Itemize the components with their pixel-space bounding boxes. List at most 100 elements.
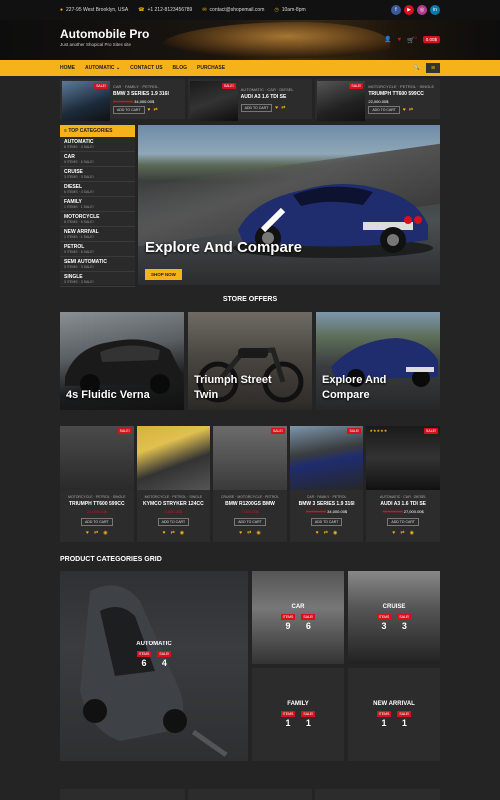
category-item-diesel[interactable]: DIESEL 6 ITEMS · 4 SALE! bbox=[60, 182, 135, 197]
compare-icon[interactable]: ⇄ bbox=[409, 107, 413, 113]
offer-card[interactable]: 4s Fluidic Verna bbox=[60, 312, 184, 410]
product-image[interactable]: SALE! bbox=[317, 81, 366, 121]
add-to-cart-button[interactable]: ADD TO CART bbox=[240, 103, 273, 112]
shop-now-button[interactable]: SHOP NOW bbox=[145, 269, 182, 280]
product-card[interactable]: SALE! CRUISE · MOTORCYCLE · PETROL BMW R… bbox=[213, 426, 287, 542]
top-product[interactable]: SALE! AUTOMATIC · CAR · DIESEL AUDI A3 1… bbox=[187, 79, 313, 121]
add-to-cart-button[interactable]: ADD TO CART bbox=[387, 518, 419, 526]
category-tile-family[interactable]: FAMILY ITEMS 1 SALE! 1 bbox=[252, 668, 344, 761]
quickview-icon[interactable]: ◉ bbox=[333, 530, 337, 536]
category-tile-car[interactable]: CAR ITEMS 9 SALE! 6 bbox=[252, 571, 344, 664]
hero-banner[interactable]: Explore And Compare SHOP NOW bbox=[138, 125, 440, 285]
quickview-icon[interactable]: ◉ bbox=[180, 530, 184, 536]
product-card[interactable]: SALE! MOTORCYCLE · PETROL · SINGLE TRIUM… bbox=[60, 426, 134, 542]
product-name[interactable]: TRIUMPH TT600 599CC bbox=[69, 501, 125, 507]
category-item-petrol[interactable]: PETROL 9 ITEMS · 6 SALE! bbox=[60, 242, 135, 257]
product-meta: MOTORCYCLE · PETROL · SINGLE bbox=[144, 495, 203, 499]
compare-icon[interactable]: ⇄ bbox=[94, 530, 98, 536]
product-name[interactable]: AUDI A3 1.6 TDI SE bbox=[241, 94, 294, 100]
quickview-icon[interactable]: ◉ bbox=[103, 530, 107, 536]
nav-item-purchase[interactable]: PURCHASE bbox=[197, 65, 225, 71]
category-item-single[interactable]: SINGLE 3 ITEMS · 3 SALE! bbox=[60, 272, 135, 287]
category-item-new-arrival[interactable]: NEW ARRIVAL 1 ITEMS · 1 SALE! bbox=[60, 227, 135, 242]
category-item-automatic[interactable]: AUTOMATIC 6 ITEMS · 4 SALE! bbox=[60, 137, 135, 152]
product-name[interactable]: AUDI A3 1.6 TDI SE bbox=[380, 501, 426, 507]
chevron-down-icon: ⌄ bbox=[115, 65, 121, 71]
heart-icon[interactable]: ♥ bbox=[392, 530, 395, 536]
nav-item-automatic[interactable]: AUTOMATIC ⌄ bbox=[85, 65, 120, 71]
add-to-cart-button[interactable]: ADD TO CART bbox=[310, 518, 343, 526]
phone-info[interactable]: ☎ +1 212-8123456789 bbox=[138, 7, 192, 13]
nav-item-home[interactable]: HOME bbox=[60, 65, 75, 71]
hours-info: ◷ 10am-8pm bbox=[274, 7, 306, 13]
instagram-icon[interactable]: ◎ bbox=[417, 5, 427, 15]
product-meta: CAR · FAMILY · PETROL bbox=[113, 84, 159, 89]
menu-icon[interactable]: ≡ bbox=[426, 63, 440, 73]
product-name[interactable]: BMW 3 SERIES 1.9 316I bbox=[299, 501, 355, 507]
new-price: 22,000.00$ bbox=[368, 99, 389, 104]
product-card[interactable]: MOTORCYCLE · PETROL · SINGLE KYMCO STRYK… bbox=[136, 426, 211, 542]
category-item-family[interactable]: FAMILY 1 ITEMS · 1 SALE! bbox=[60, 197, 135, 212]
category-item-semi-automatic[interactable]: SEMI AUTOMATIC 3 ITEMS · 3 SALE! bbox=[60, 257, 135, 272]
facebook-icon[interactable]: f bbox=[391, 5, 401, 15]
cart-total[interactable]: 0.00$ bbox=[422, 36, 440, 43]
compare-icon[interactable]: ⇄ bbox=[247, 530, 251, 536]
category-item-cruise[interactable]: CRUISE 3 ITEMS · 3 SALE! bbox=[60, 167, 135, 182]
heart-icon[interactable]: ♥ bbox=[275, 105, 278, 111]
youtube-icon[interactable]: ▶ bbox=[404, 5, 414, 15]
product-meta: CAR · FAMILY · PETROL bbox=[306, 495, 347, 499]
wishlist-icon[interactable]: ♥ bbox=[397, 37, 401, 43]
compare-icon[interactable]: ⇄ bbox=[154, 107, 158, 113]
heart-icon[interactable]: ♥ bbox=[148, 107, 151, 113]
add-to-cart-button[interactable]: ADD TO CART bbox=[368, 106, 400, 114]
category-tile-cruise[interactable]: CRUISE ITEMS 3 SALE! 3 bbox=[348, 571, 440, 664]
nav-item-contact[interactable]: CONTACT US bbox=[130, 65, 162, 71]
quickview-icon[interactable]: ◉ bbox=[256, 530, 260, 536]
product-name[interactable]: KYMCO STRYKER 124CC bbox=[143, 501, 204, 507]
product-price: 7,500.00$ bbox=[241, 509, 259, 514]
add-to-cart-button[interactable]: ADD TO CART bbox=[81, 518, 113, 526]
product-image[interactable]: ★★★★★ SALE! bbox=[366, 426, 440, 490]
compare-icon[interactable]: ⇄ bbox=[324, 530, 328, 536]
add-to-cart-button[interactable]: ADD TO CART bbox=[234, 518, 266, 526]
account-icon[interactable]: 👤 bbox=[384, 36, 391, 43]
category-tile-automatic[interactable]: AUTOMATIC ITEMS 6 SALE! 4 bbox=[60, 571, 248, 761]
compare-icon[interactable]: ⇄ bbox=[400, 530, 404, 536]
search-icon[interactable]: 🔍 bbox=[414, 65, 420, 71]
category-item-motorcycle[interactable]: MOTORCYCLE 6 ITEMS · 5 SALE! bbox=[60, 212, 135, 227]
sale-badge: SALE! 6 bbox=[301, 614, 316, 631]
linkedin-icon[interactable]: in bbox=[430, 5, 440, 15]
heart-icon[interactable]: ♥ bbox=[163, 530, 166, 536]
compare-icon[interactable]: ⇄ bbox=[281, 105, 285, 111]
heart-icon[interactable]: ♥ bbox=[86, 530, 89, 536]
add-to-cart-button[interactable]: ADD TO CART bbox=[113, 106, 145, 114]
nav-item-blog[interactable]: BLOG bbox=[173, 65, 187, 71]
email-info[interactable]: ✉ contact@shopemail.com bbox=[202, 7, 264, 13]
offer-card[interactable]: Explore And Compare bbox=[316, 312, 440, 410]
top-product[interactable]: SALE! MOTORCYCLE · PETROL · SINGLE TRIUM… bbox=[315, 79, 441, 121]
top-product[interactable]: SALE! CAR · FAMILY · PETROL BMW 3 SERIES… bbox=[60, 79, 185, 121]
product-card[interactable]: SALE! CAR · FAMILY · PETROL BMW 3 SERIES… bbox=[289, 426, 364, 542]
product-image[interactable]: SALE! bbox=[62, 81, 110, 121]
heart-icon[interactable]: ♥ bbox=[403, 107, 406, 113]
product-image[interactable]: SALE! bbox=[289, 426, 364, 490]
product-card[interactable]: ★★★★★ SALE! AUTOMATIC · CAR · DIESEL AUDI… bbox=[366, 426, 440, 542]
product-name[interactable]: TRIUMPH TT600 599CC bbox=[368, 91, 434, 97]
product-image[interactable] bbox=[136, 426, 211, 490]
heart-icon[interactable]: ♥ bbox=[239, 530, 242, 536]
quickview-icon[interactable]: ◉ bbox=[410, 530, 414, 536]
offer-card[interactable]: Triumph Street Twin bbox=[188, 312, 312, 410]
offer-label: Explore And Compare bbox=[322, 374, 387, 401]
heart-icon[interactable]: ♥ bbox=[316, 530, 319, 536]
product-image[interactable]: SALE! bbox=[60, 426, 134, 490]
category-item-car[interactable]: CAR 9 ITEMS · 6 SALE! bbox=[60, 152, 135, 167]
product-meta: AUTOMATIC · CAR · DIESEL bbox=[379, 495, 427, 499]
category-tile-new-arrival[interactable]: NEW ARRIVAL ITEMS 1 SALE! 1 bbox=[348, 668, 440, 761]
compare-icon[interactable]: ⇄ bbox=[171, 530, 175, 536]
product-name[interactable]: BMW R1200GS BMW bbox=[225, 501, 275, 507]
product-image[interactable]: SALE! bbox=[213, 426, 287, 490]
add-to-cart-button[interactable]: ADD TO CART bbox=[157, 518, 190, 526]
cart-icon[interactable]: 🛒0 bbox=[407, 35, 417, 44]
product-image[interactable]: SALE! bbox=[189, 81, 238, 121]
product-name[interactable]: BMW 3 SERIES 1.9 316I bbox=[113, 91, 169, 97]
